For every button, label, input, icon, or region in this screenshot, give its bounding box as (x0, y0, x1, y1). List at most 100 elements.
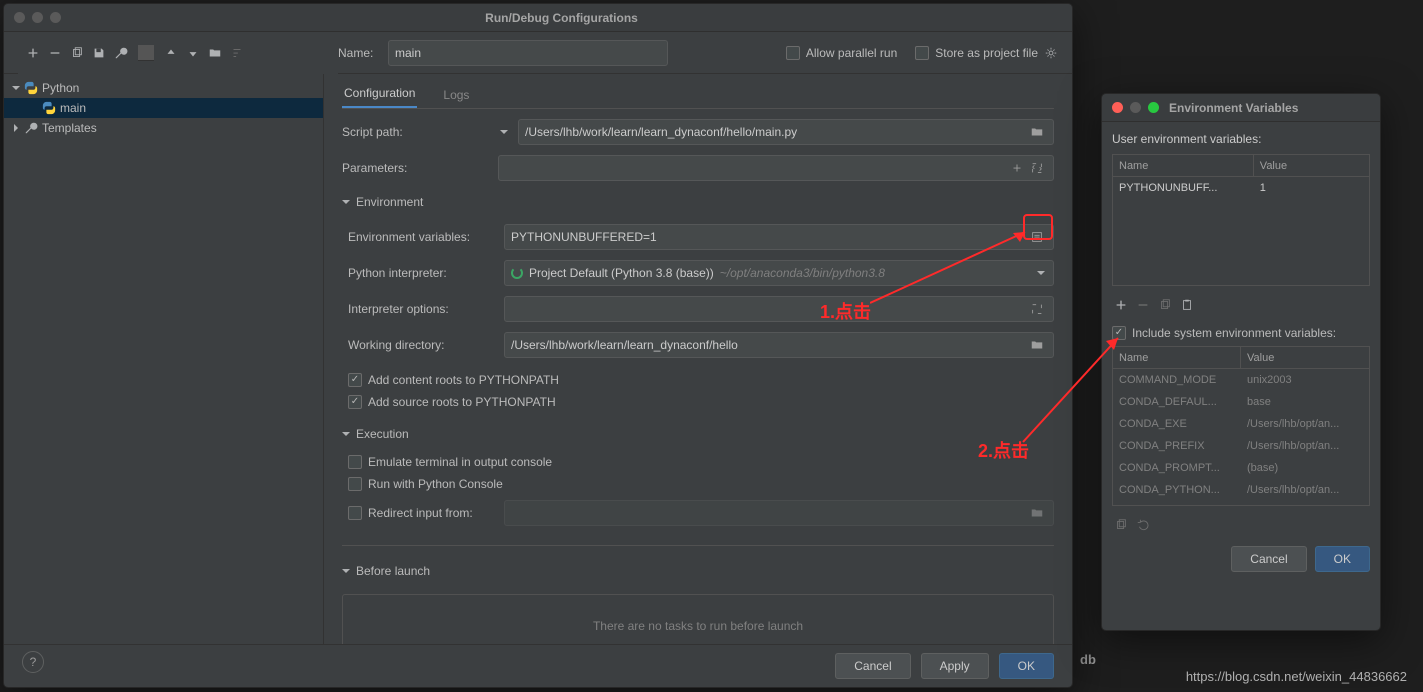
copy-config-button[interactable] (70, 46, 84, 60)
checkbox-icon[interactable] (348, 477, 362, 491)
chevron-down-icon[interactable] (342, 569, 350, 577)
cell-value[interactable]: 1 (1254, 177, 1369, 199)
execution-section-label: Execution (356, 427, 409, 441)
window-close-icon[interactable] (1112, 102, 1123, 113)
before-launch-section[interactable]: Before launch (342, 564, 1054, 578)
help-button[interactable]: ? (22, 651, 44, 673)
interp-options-input[interactable] (504, 296, 1054, 322)
gear-icon[interactable] (1044, 46, 1058, 60)
window-close-icon[interactable] (14, 12, 25, 23)
chevron-down-icon[interactable] (12, 86, 20, 94)
tree-main-node[interactable]: main (4, 98, 323, 118)
source-roots-label: Add source roots to PYTHONPATH (368, 395, 556, 409)
chevron-down-icon[interactable] (342, 200, 350, 208)
save-config-button[interactable] (92, 46, 106, 60)
chevron-right-icon[interactable] (14, 124, 22, 132)
add-config-button[interactable] (26, 46, 40, 60)
copy-env-button (1158, 298, 1172, 312)
tree-python-node[interactable]: Python (4, 78, 323, 98)
name-input-field[interactable] (395, 46, 661, 60)
config-sidebar: Python main Templates (4, 74, 324, 644)
env-vars-browse-icon[interactable] (1027, 230, 1047, 244)
allow-parallel-checkbox[interactable]: Allow parallel run (786, 46, 897, 60)
background-editor-text: db (1080, 652, 1096, 667)
store-as-project-file-checkbox[interactable]: Store as project file (915, 46, 1038, 60)
script-path-input[interactable] (518, 119, 1054, 145)
interpreter-value: Project Default (Python 3.8 (base)) (529, 266, 714, 280)
folder-icon[interactable] (1027, 338, 1047, 352)
checkbox-checked-icon[interactable] (1112, 326, 1126, 340)
working-dir-field[interactable] (511, 338, 1027, 352)
config-tree[interactable]: Python main Templates (4, 74, 323, 142)
col-name-header[interactable]: Name (1113, 347, 1241, 368)
interpreter-select[interactable]: Project Default (Python 3.8 (base)) ~/op… (504, 260, 1054, 286)
include-system-checkbox[interactable]: Include system environment variables: (1112, 326, 1370, 340)
checkbox-icon[interactable] (786, 46, 800, 60)
move-up-button[interactable] (164, 46, 178, 60)
apply-button[interactable]: Apply (921, 653, 989, 679)
dialog-buttons: Cancel Apply OK (4, 644, 1072, 687)
col-value-header[interactable]: Value (1254, 155, 1369, 176)
python-console-checkbox[interactable]: Run with Python Console (348, 477, 1054, 491)
script-path-field[interactable] (525, 125, 1027, 139)
tab-logs[interactable]: Logs (441, 88, 471, 108)
source-roots-checkbox[interactable]: Add source roots to PYTHONPATH (348, 395, 1054, 409)
add-env-button[interactable] (1114, 298, 1128, 312)
tree-templates-node[interactable]: Templates (4, 118, 323, 138)
watermark: https://blog.csdn.net/weixin_44836662 (1186, 669, 1407, 684)
env-cancel-button[interactable]: Cancel (1231, 546, 1306, 572)
checkbox-checked-icon[interactable] (348, 395, 362, 409)
redirect-input-checkbox[interactable]: Redirect input from: (348, 506, 504, 520)
expand-icon[interactable] (1027, 161, 1047, 175)
window-maximize-icon (1148, 102, 1159, 113)
user-env-table[interactable]: Name Value PYTHONUNBUFF...1 (1112, 154, 1370, 286)
name-input[interactable] (388, 40, 668, 66)
chevron-down-icon[interactable] (342, 432, 350, 440)
folder-icon (1027, 506, 1047, 520)
execution-section[interactable]: Execution (342, 427, 1054, 441)
python-icon (42, 101, 56, 115)
plus-icon[interactable] (1007, 161, 1027, 175)
col-value-header[interactable]: Value (1241, 347, 1369, 368)
folder-button[interactable] (208, 46, 222, 60)
chevron-down-icon[interactable] (1037, 271, 1045, 279)
table-row[interactable]: PYTHONUNBUFF...1 (1113, 177, 1369, 199)
paste-env-button[interactable] (1180, 298, 1194, 312)
titlebar[interactable]: Run/Debug Configurations (4, 4, 1072, 32)
env-vars-field[interactable] (511, 230, 1027, 244)
checkbox-icon[interactable] (348, 455, 362, 469)
emulate-terminal-checkbox[interactable]: Emulate terminal in output console (348, 455, 1054, 469)
folder-icon[interactable] (1027, 125, 1047, 139)
content-roots-checkbox[interactable]: Add content roots to PYTHONPATH (348, 373, 1054, 387)
redirect-input-field (504, 500, 1054, 526)
environment-section[interactable]: Environment (342, 195, 1054, 209)
ok-button[interactable]: OK (999, 653, 1054, 679)
sort-button (230, 46, 244, 60)
cell-value: unix2003 (1241, 369, 1369, 391)
checkbox-icon[interactable] (915, 46, 929, 60)
move-down-button[interactable] (186, 46, 200, 60)
col-name-header[interactable]: Name (1113, 155, 1254, 176)
env-ok-button[interactable]: OK (1315, 546, 1370, 572)
parameters-field[interactable] (505, 161, 1007, 175)
cancel-button[interactable]: Cancel (835, 653, 910, 679)
include-system-label: Include system environment variables: (1132, 326, 1336, 340)
script-path-dropdown-icon[interactable] (498, 128, 510, 136)
remove-config-button[interactable] (48, 46, 62, 60)
parameters-input[interactable] (498, 155, 1054, 181)
wrench-dropdown-button[interactable] (114, 46, 128, 60)
checkbox-icon[interactable] (348, 506, 362, 520)
env-vars-input[interactable] (504, 224, 1054, 250)
system-env-table[interactable]: Name Value COMMAND_MODEunix2003CONDA_DEF… (1112, 346, 1370, 506)
redirect-input-label: Redirect input from: (368, 506, 473, 520)
checkbox-checked-icon[interactable] (348, 373, 362, 387)
tab-configuration[interactable]: Configuration (342, 86, 417, 108)
user-env-toolbar (1112, 296, 1370, 314)
interp-options-field[interactable] (511, 302, 1027, 316)
cell-name[interactable]: PYTHONUNBUFF... (1113, 177, 1254, 199)
env-titlebar[interactable]: Environment Variables (1102, 94, 1380, 122)
cell-name: CONDA_EXE (1113, 413, 1241, 435)
table-row: CONDA_PYTHON.../Users/lhb/opt/an... (1113, 479, 1369, 501)
working-dir-input[interactable] (504, 332, 1054, 358)
expand-icon[interactable] (1027, 302, 1047, 316)
